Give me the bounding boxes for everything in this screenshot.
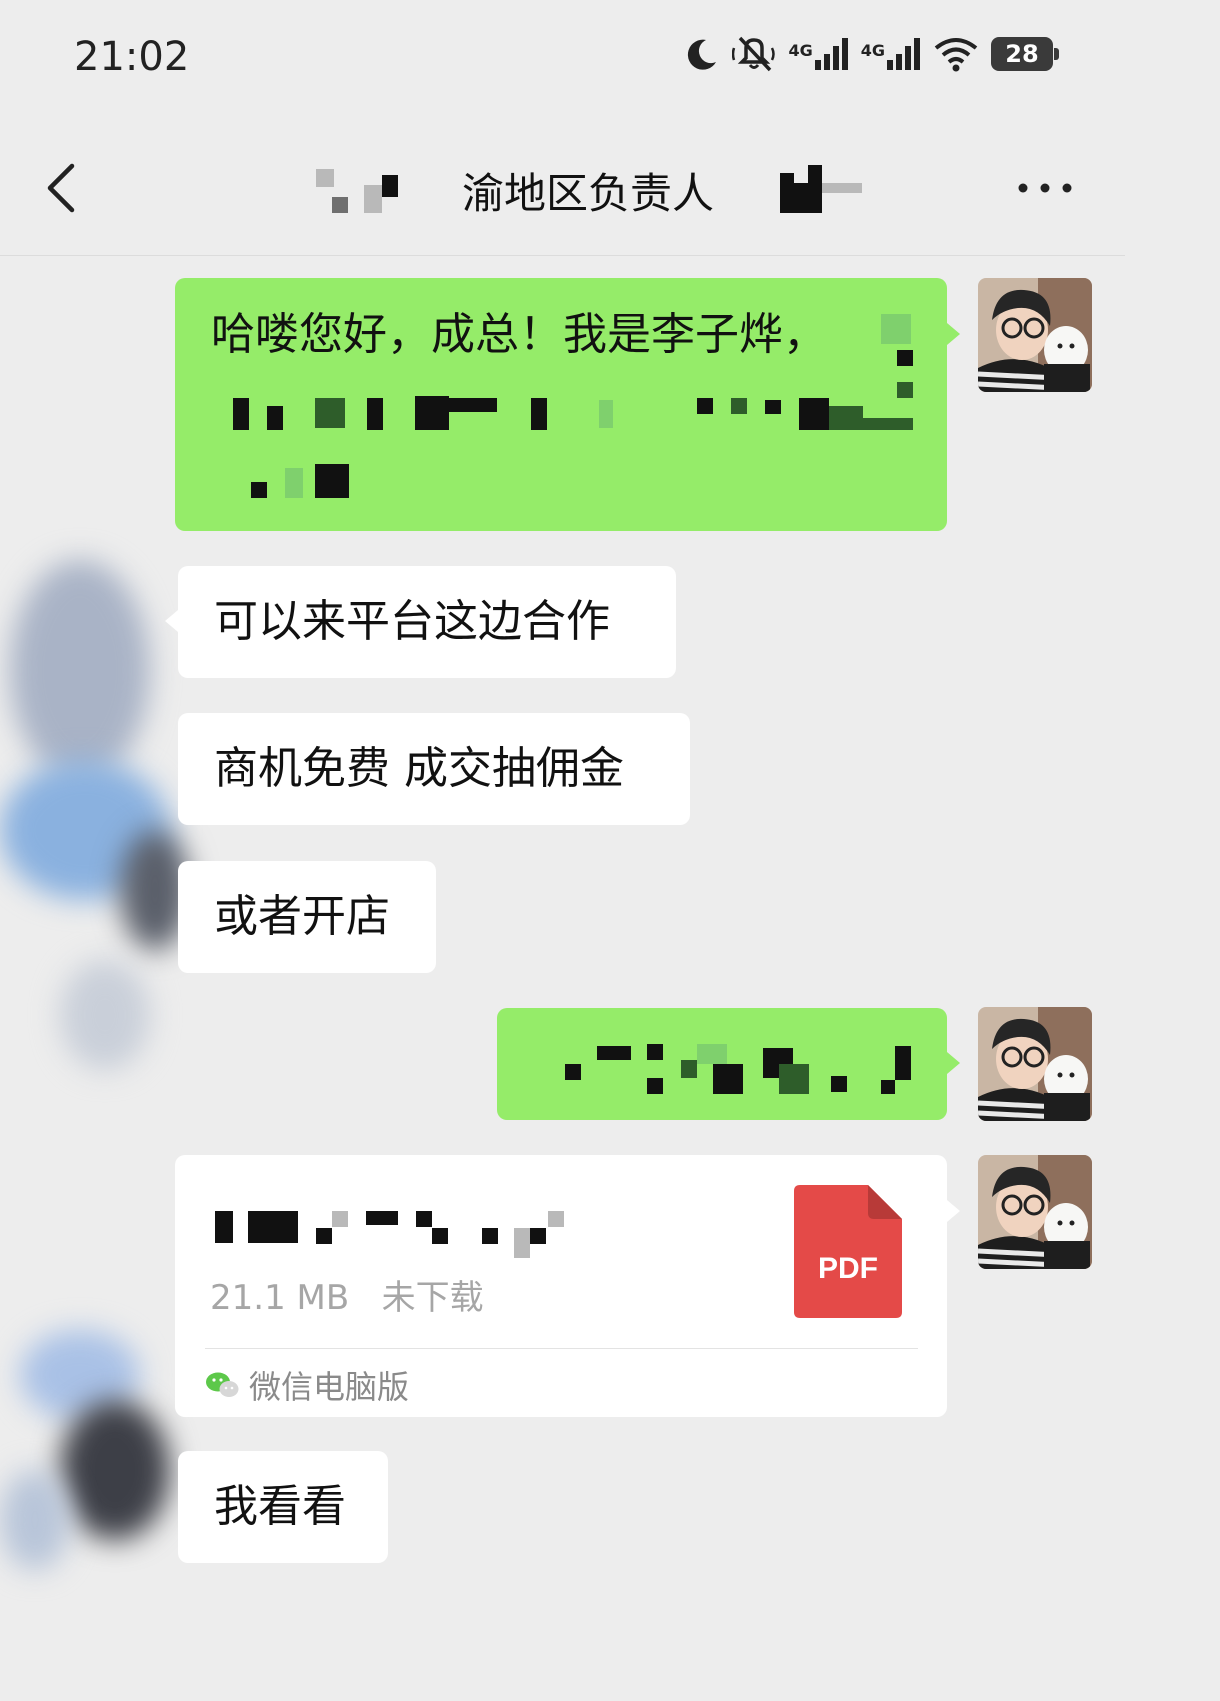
moon-icon [688,39,717,70]
battery-icon: 28 [991,37,1059,71]
file-source: 微信电脑版 [205,1362,409,1408]
download-status: 未下载 [381,1278,484,1318]
file-source-label: 微信电脑版 [249,1368,410,1406]
wechat-icon [206,1372,239,1397]
back-icon[interactable] [40,160,90,216]
chat-bubble[interactable]: 我看看 [178,1451,388,1563]
mute-icon [732,36,776,72]
status-time: 21:02 [74,34,190,80]
message-text: 或者开店 [214,891,390,942]
divider [205,1348,918,1349]
chat-bubble[interactable]: 哈喽您好，成总！我是李子烨， [175,278,947,531]
message-text: 商机免费 成交抽佣金 [214,743,624,794]
chat-bubble[interactable]: 或者开店 [178,861,436,973]
pdf-label: PDF [818,1252,878,1285]
avatar[interactable] [978,1155,1092,1269]
message-text: 可以来平台这边合作 [214,596,610,647]
chat-bubble[interactable]: 可以来平台这边合作 [178,566,676,678]
chat-title: 渝地区负责人 [462,169,715,218]
avatar[interactable] [978,278,1092,392]
message-text: 我看看 [214,1481,346,1532]
more-icon[interactable] [1017,168,1073,208]
bubble-tail [947,323,960,345]
wifi-icon [934,38,978,72]
pdf-icon: PDF [794,1185,902,1318]
status-bar: 21:02 4G 4G 28 [0,0,1125,120]
file-size: 21.1 MB 未下载 [210,1278,484,1318]
chat-bubble[interactable]: 商机免费 成交抽佣金 [178,713,690,825]
signal-icon: 4G [788,36,848,72]
bubble-tail [947,1200,960,1222]
chat-bubble[interactable] [497,1008,947,1120]
signal-icon-2: 4G [861,36,921,72]
bubble-tail [165,610,178,632]
status-icons: 4G 4G 28 [684,34,1059,74]
message-text: 哈喽您好，成总！我是李子烨， [211,309,827,360]
bubble-tail [947,1052,960,1074]
avatar[interactable] [978,1007,1092,1121]
chat-header: 渝地区负责人 [0,120,1125,256]
